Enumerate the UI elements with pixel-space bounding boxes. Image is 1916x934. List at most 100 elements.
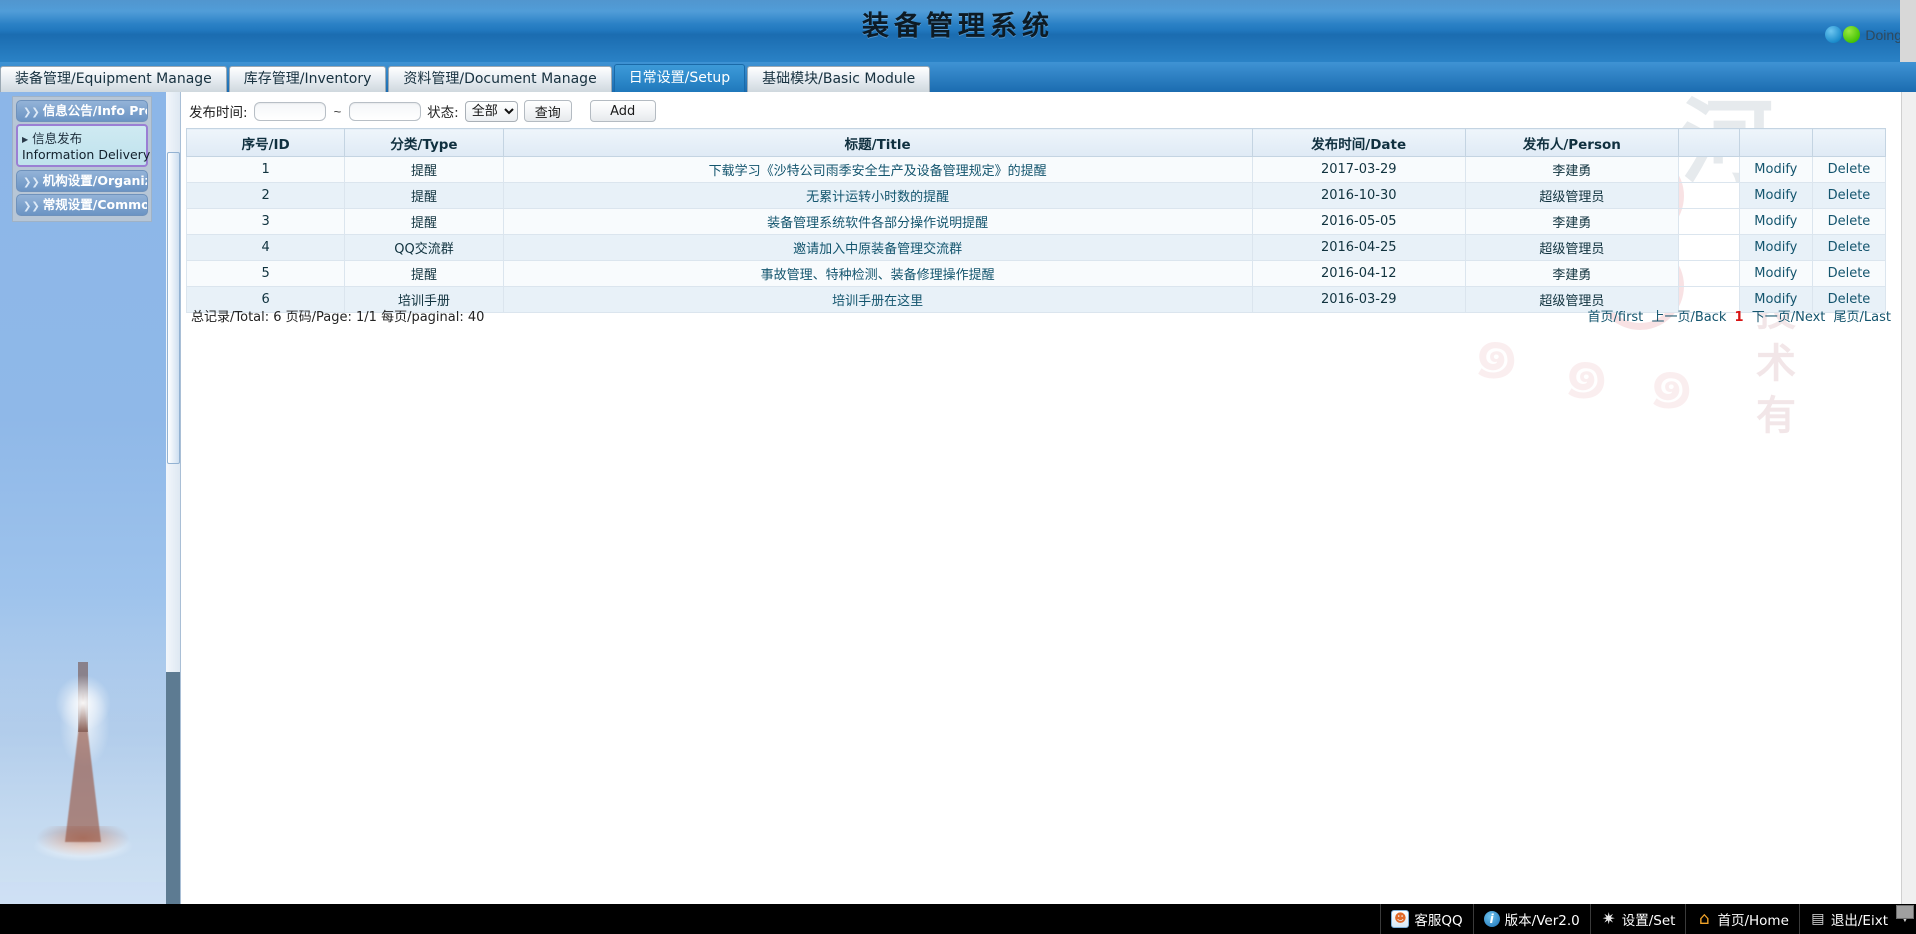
app-title: 装备管理系统 — [862, 4, 1054, 43]
table-head: 序号/ID 分类/Type 标题/Title 发布时间/Date 发布人/Per… — [187, 129, 1886, 157]
sidebar-scrollbar-thumb[interactable] — [167, 152, 180, 464]
cell-date: 2016-05-05 — [1252, 209, 1465, 235]
cell-spacer — [1678, 183, 1739, 209]
cell-id: 3 — [187, 209, 345, 235]
sidebar-group-info-press[interactable]: ❯❯信息公告/Info Press — [16, 100, 148, 122]
tab-inventory[interactable]: 库存管理/Inventory — [229, 66, 387, 92]
cell-spacer — [1678, 261, 1739, 287]
exit-icon — [1810, 911, 1826, 927]
cell-title[interactable]: 事故管理、特种检测、装备修理操作提醒 — [503, 261, 1252, 287]
cell-type: 提醒 — [345, 209, 503, 235]
publish-date-from-input[interactable] — [254, 102, 326, 121]
status-dot-blue-icon — [1825, 26, 1842, 43]
delete-link[interactable]: Delete — [1812, 183, 1885, 209]
sidebar-scrollbar[interactable] — [166, 92, 181, 904]
status-indicator-label: Doing — [1865, 27, 1902, 43]
cell-type: 提醒 — [345, 261, 503, 287]
modify-link[interactable]: Modify — [1739, 261, 1812, 287]
tab-basic-module[interactable]: 基础模块/Basic Module — [747, 66, 930, 92]
sidebar-item-information-delivery-cn: 信息发布 — [32, 131, 82, 146]
delete-link[interactable]: Delete — [1812, 261, 1885, 287]
pagination-last-link[interactable]: 尾页/Last — [1834, 310, 1891, 325]
sidebar-group-info-press-label: 信息公告/Info Press — [43, 103, 148, 118]
cell-id: 4 — [187, 235, 345, 261]
content-scrollbar[interactable] — [1901, 92, 1916, 904]
add-button[interactable]: Add — [590, 100, 656, 122]
table-row[interactable]: 5 提醒 事故管理、特种检测、装备修理操作提醒 2016-04-12 李建勇 M… — [187, 261, 1886, 287]
table-row[interactable]: 2 提醒 无累计运转小时数的提醒 2016-10-30 超级管理员 Modify… — [187, 183, 1886, 209]
cell-person: 李建勇 — [1465, 261, 1678, 287]
cell-person: 李建勇 — [1465, 157, 1678, 183]
group-arrow-icon: ❯❯ — [23, 177, 40, 188]
oil-rig-background-image — [0, 582, 166, 882]
delete-link[interactable]: Delete — [1812, 209, 1885, 235]
tab-equipment-manage[interactable]: 装备管理/Equipment Manage — [0, 66, 227, 92]
column-header-type: 分类/Type — [345, 129, 503, 157]
column-header-id: 序号/ID — [187, 129, 345, 157]
sidebar-group-organization-label: 机构设置/Organizatio — [43, 173, 148, 188]
sidebar-group-common[interactable]: ❯❯常规设置/Common fo — [16, 194, 148, 216]
watermark-cloud-icon: ๑ — [1646, 317, 1697, 444]
pagination-current-page: 1 — [1735, 310, 1744, 325]
triangle-right-icon: ▶ — [22, 135, 28, 144]
main-content: 河 南 技 术 有 兰 幻 ๑ ๑ ๑ 发布时间: ~ 状态: 全部 查询 Ad… — [181, 92, 1916, 904]
cell-id: 2 — [187, 183, 345, 209]
cell-title[interactable]: 邀请加入中原装备管理交流群 — [503, 235, 1252, 261]
sidebar-group-organization[interactable]: ❯❯机构设置/Organizatio — [16, 170, 148, 192]
cell-spacer — [1678, 235, 1739, 261]
cell-date: 2016-04-12 — [1252, 261, 1465, 287]
cell-title[interactable]: 无累计运转小时数的提醒 — [503, 183, 1252, 209]
modify-link[interactable]: Modify — [1739, 235, 1812, 261]
status-label: 状态: — [427, 101, 459, 121]
modify-link[interactable]: Modify — [1739, 209, 1812, 235]
page-scroll-rail[interactable] — [1900, 0, 1916, 62]
pagination-first-link[interactable]: 首页/first — [1588, 310, 1644, 325]
window-resize-grip[interactable] — [1896, 905, 1914, 919]
watermark-char-4: 术 — [1756, 344, 1796, 384]
modify-link[interactable]: Modify — [1739, 157, 1812, 183]
status-item-settings-label: 设置/Set — [1622, 909, 1676, 929]
cell-person: 超级管理员 — [1465, 183, 1678, 209]
status-item-settings[interactable]: 设置/Set — [1590, 904, 1686, 934]
sidebar-item-information-delivery[interactable]: ▶信息发布 Information Delivery — [16, 124, 148, 167]
pagination-bar: 总记录/Total: 6 页码/Page: 1/1 每页/paginal: 40… — [191, 306, 1891, 328]
sidebar-group-common-label: 常规设置/Common fo — [43, 197, 148, 212]
pagination-links: 首页/first 上一页/Back 1 下一页/Next 尾页/Last — [1584, 306, 1892, 325]
delete-link[interactable]: Delete — [1812, 235, 1885, 261]
status-dot-green-icon — [1843, 26, 1860, 43]
info-icon — [1484, 911, 1500, 927]
delete-link[interactable]: Delete — [1812, 157, 1885, 183]
home-icon — [1696, 911, 1712, 927]
status-item-version[interactable]: 版本/Ver2.0 — [1473, 904, 1590, 934]
table-row[interactable]: 4 QQ交流群 邀请加入中原装备管理交流群 2016-04-25 超级管理员 M… — [187, 235, 1886, 261]
status-item-customer-qq[interactable]: 客服QQ — [1380, 904, 1472, 934]
column-header-date: 发布时间/Date — [1252, 129, 1465, 157]
sidebar-scrollbar-track-lower — [166, 672, 180, 904]
tab-document-manage[interactable]: 资料管理/Document Manage — [388, 66, 611, 92]
status-item-home[interactable]: 首页/Home — [1685, 904, 1798, 934]
application-window: 装备管理系统 Doing 装备管理/Equipment Manage 库存管理/… — [0, 0, 1916, 934]
cell-date: 2017-03-29 — [1252, 157, 1465, 183]
left-sidebar: ❯❯信息公告/Info Press ▶信息发布 Information Deli… — [0, 92, 167, 904]
column-header-modify-action — [1739, 129, 1812, 157]
cell-title[interactable]: 装备管理系统软件各部分操作说明提醒 — [503, 209, 1252, 235]
table-body: 1 提醒 下载学习《沙特公司雨季安全生产及设备管理规定》的提醒 2017-03-… — [187, 157, 1886, 313]
search-button[interactable]: 查询 — [524, 100, 572, 122]
tab-setup[interactable]: 日常设置/Setup — [614, 64, 745, 92]
table-row[interactable]: 3 提醒 装备管理系统软件各部分操作说明提醒 2016-05-05 李建勇 Mo… — [187, 209, 1886, 235]
cell-type: QQ交流群 — [345, 235, 503, 261]
publish-date-to-input[interactable] — [349, 102, 421, 121]
group-arrow-icon: ❯❯ — [23, 107, 40, 118]
pagination-back-link[interactable]: 上一页/Back — [1651, 310, 1726, 325]
qq-icon — [1391, 910, 1409, 928]
table-row[interactable]: 1 提醒 下载学习《沙特公司雨季安全生产及设备管理规定》的提醒 2017-03-… — [187, 157, 1886, 183]
status-item-exit[interactable]: 退出/Eixt — [1799, 904, 1898, 934]
column-header-title: 标题/Title — [503, 129, 1252, 157]
pagination-next-link[interactable]: 下一页/Next — [1752, 310, 1826, 325]
rig-light-glow — [54, 674, 112, 732]
cell-title[interactable]: 下载学习《沙特公司雨季安全生产及设备管理规定》的提醒 — [503, 157, 1252, 183]
bottom-status-bar: 客服QQ 版本/Ver2.0 设置/Set 首页/Home 退出/Eixt ▼ — [0, 904, 1916, 934]
status-select[interactable]: 全部 — [465, 101, 518, 122]
modify-link[interactable]: Modify — [1739, 183, 1812, 209]
filter-toolbar: 发布时间: ~ 状态: 全部 查询 Add — [189, 95, 656, 127]
